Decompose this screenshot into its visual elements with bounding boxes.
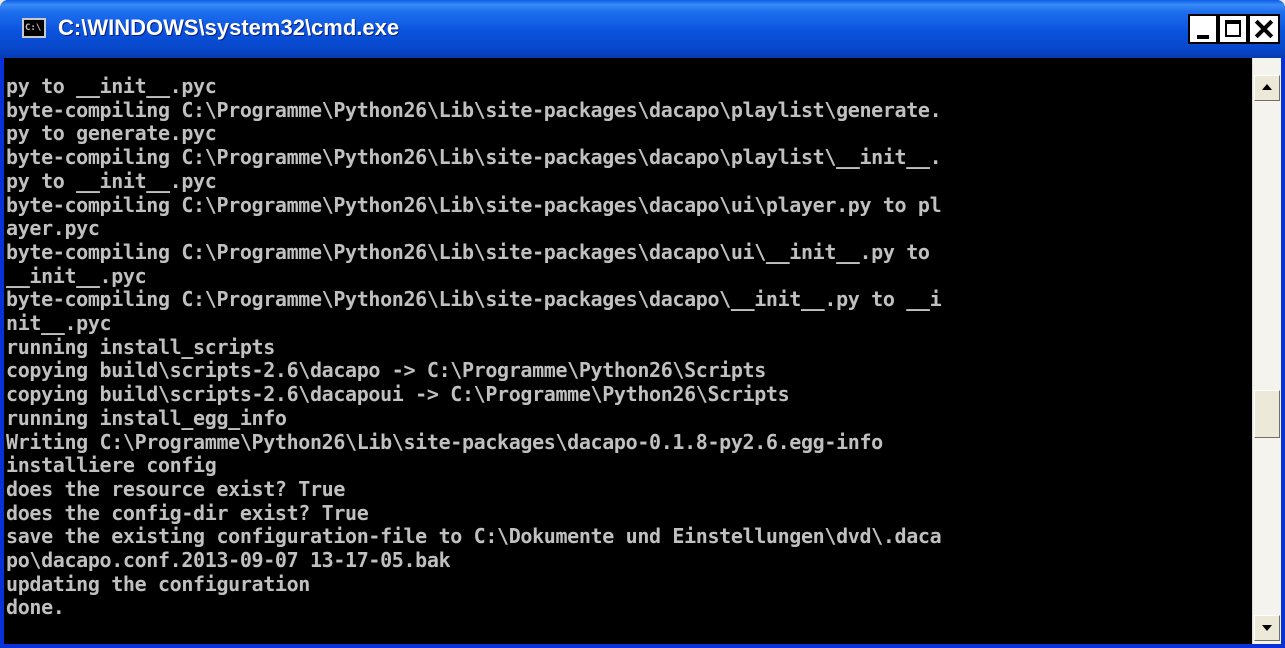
console-line: Writing C:\Programme\Python26\Lib\site-p…: [6, 429, 883, 454]
console-line: byte-compiling C:\Programme\Python26\Lib…: [6, 97, 942, 122]
minimize-icon: [1197, 35, 1209, 39]
cmd-window: C:\ C:\WINDOWS\system32\cmd.exe py to __…: [0, 0, 1285, 648]
console-line: byte-compiling C:\Programme\Python26\Lib…: [6, 192, 942, 217]
scroll-down-button[interactable]: [1254, 615, 1280, 641]
maximize-icon: [1225, 20, 1241, 37]
close-button[interactable]: [1248, 14, 1280, 44]
console-line: py to generate.pyc: [6, 121, 217, 146]
console-line: ayer.pyc: [6, 216, 100, 241]
console-line: does the resource exist? True: [6, 476, 346, 501]
title-bar[interactable]: C:\ C:\WINDOWS\system32\cmd.exe: [0, 0, 1285, 58]
console-line: running install_egg_info: [6, 405, 287, 430]
console-line: __init__.pyc: [6, 263, 147, 288]
scroll-down-arrow-icon: [1262, 625, 1272, 631]
console-line: installiere config: [6, 453, 217, 478]
console-line: py to __init__.pyc: [6, 168, 217, 193]
prompt-path: C:\temp\dacapo\dist\dacapo-0.1.8>: [6, 643, 392, 644]
console-line: save the existing configuration-file to …: [6, 524, 942, 549]
scroll-up-arrow-icon: [1262, 84, 1272, 90]
console-line: byte-compiling C:\Programme\Python26\Lib…: [6, 145, 942, 170]
console-line: byte-compiling C:\Programme\Python26\Lib…: [6, 239, 930, 264]
console-app-icon[interactable]: C:\: [22, 18, 46, 38]
console-line: done.: [6, 595, 65, 620]
console-line: nit__.pyc: [6, 311, 112, 336]
console-output[interactable]: py to __init__.pyc byte-compiling C:\Prog…: [4, 58, 1252, 644]
console-line: copying build\scripts-2.6\dacapo -> C:\P…: [6, 358, 766, 383]
scroll-up-button[interactable]: [1254, 75, 1280, 101]
console-text: py to __init__.pyc byte-compiling C:\Prog…: [4, 58, 1252, 644]
maximize-button[interactable]: [1218, 14, 1248, 44]
console-line: py to __init__.pyc: [6, 74, 217, 98]
scrollbar-thumb[interactable]: [1254, 390, 1280, 438]
console-line: copying build\scripts-2.6\dacapoui -> C:…: [6, 382, 790, 407]
console-line: running install_scripts: [6, 334, 275, 359]
console-line: po\dacapo.conf.2013-09-07 13-17-05.bak: [6, 548, 451, 573]
console-line: does the config-dir exist? True: [6, 500, 369, 525]
window-title: C:\WINDOWS\system32\cmd.exe: [58, 15, 400, 40]
console-line: updating the configuration: [6, 571, 310, 596]
minimize-button[interactable]: [1188, 14, 1218, 44]
console-line: byte-compiling C:\Programme\Python26\Lib…: [6, 287, 942, 312]
vertical-scrollbar[interactable]: [1252, 58, 1281, 644]
